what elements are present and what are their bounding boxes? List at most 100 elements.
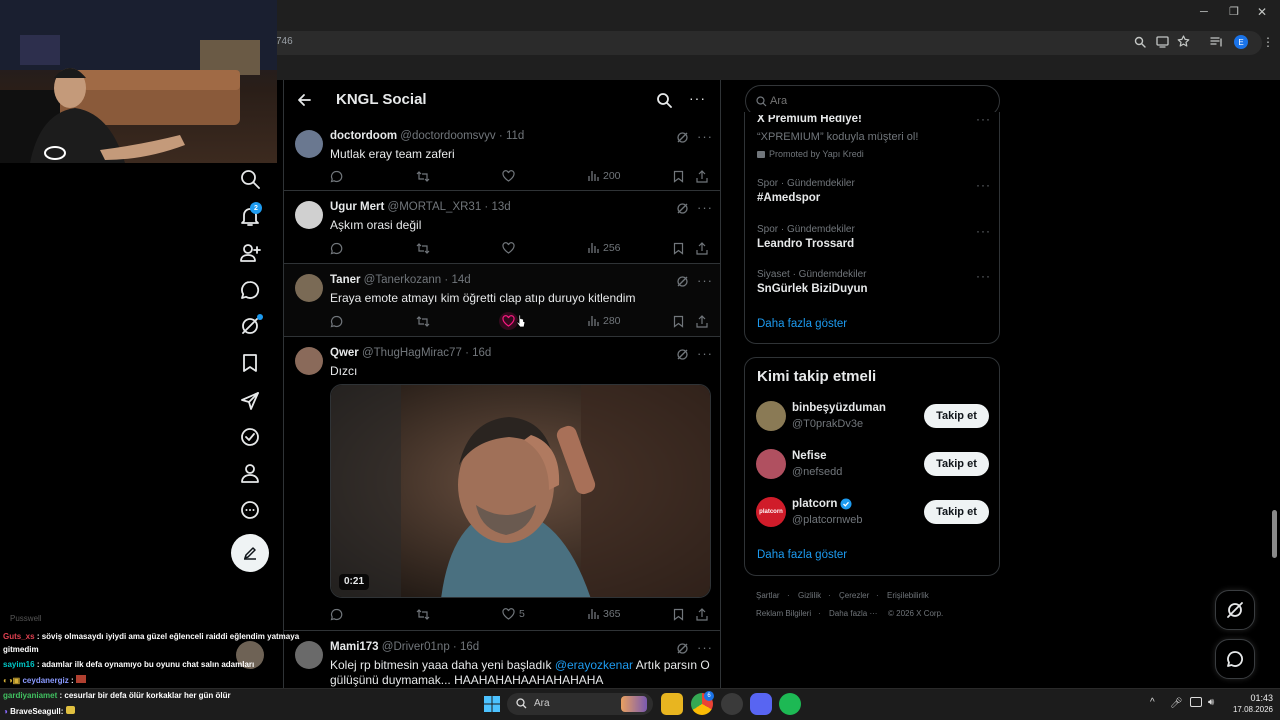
repost-icon[interactable] <box>416 312 430 330</box>
avatar[interactable] <box>295 347 323 375</box>
zoom-icon[interactable] <box>1134 36 1146 48</box>
trend-item[interactable]: Siyaset · Gündemdekiler SnGürlek BiziDuy… <box>757 269 868 295</box>
microphone-icon[interactable]: 🎤︎ <box>1170 698 1183 709</box>
profile-icon[interactable] <box>239 462 261 484</box>
avatar[interactable] <box>756 449 786 479</box>
post-time[interactable]: 16d <box>460 641 479 653</box>
author-handle[interactable]: @MORTAL_XR31 <box>388 201 482 213</box>
post-item[interactable]: Taner @Tanerkozann · 14d Eraya emote atm… <box>284 264 720 337</box>
messages-float-button[interactable] <box>1215 639 1255 679</box>
chat-icon[interactable] <box>239 279 261 301</box>
footer-link[interactable]: Reklam Bilgileri <box>756 609 811 618</box>
post-more-icon[interactable]: ··· <box>697 640 713 655</box>
share-icon[interactable] <box>696 605 708 623</box>
footer-link[interactable]: Daha fazla ··· <box>829 609 877 618</box>
profile-avatar[interactable]: E <box>1234 35 1248 49</box>
share-icon[interactable] <box>696 312 708 330</box>
show-more-trends[interactable]: Daha fazla göster <box>757 318 847 330</box>
avatar[interactable] <box>295 201 323 229</box>
restore-icon[interactable]: ❐ <box>1229 5 1239 18</box>
follow-icon[interactable] <box>239 242 261 264</box>
follow-button[interactable]: Takip et <box>924 500 989 524</box>
back-arrow-icon[interactable] <box>296 92 312 108</box>
share-icon[interactable] <box>696 167 708 185</box>
app-icon[interactable] <box>721 693 743 715</box>
footer-link[interactable]: Gizlilik <box>798 591 821 600</box>
bookmark-icon[interactable] <box>239 352 261 374</box>
show-more-follows[interactable]: Daha fazla göster <box>757 549 847 561</box>
compose-button[interactable] <box>231 534 269 572</box>
trend-more-icon[interactable]: ··· <box>976 269 991 283</box>
repost-icon[interactable] <box>416 239 430 257</box>
volume-icon[interactable]: 🔊︎ <box>1208 697 1214 708</box>
browser-menu-icon[interactable]: ⋮ <box>1262 35 1274 49</box>
bookmark-icon[interactable] <box>673 239 684 257</box>
avatar[interactable] <box>295 130 323 158</box>
close-icon[interactable]: ✕ <box>1257 5 1267 19</box>
media-control-icon[interactable] <box>1210 36 1223 48</box>
grok-icon[interactable] <box>676 202 689 215</box>
footer-link[interactable]: Şartlar <box>756 591 780 600</box>
follow-button[interactable]: Takip et <box>924 404 989 428</box>
post-more-icon[interactable]: ··· <box>697 346 713 361</box>
install-app-icon[interactable] <box>1156 36 1169 48</box>
views-button[interactable]: 280 <box>587 312 621 330</box>
views-button[interactable]: 365 <box>587 605 621 623</box>
post-time[interactable]: 16d <box>472 347 491 359</box>
bookmark-icon[interactable] <box>673 605 684 623</box>
tray-expand-icon[interactable]: ^ <box>1150 697 1155 708</box>
follow-user-name[interactable]: binbeşyüzduman <box>792 402 886 414</box>
bookmark-icon[interactable] <box>673 312 684 330</box>
address-bar[interactable] <box>262 31 1262 55</box>
post-time[interactable]: 14d <box>451 274 470 286</box>
spotify-icon[interactable] <box>779 693 801 715</box>
post-more-icon[interactable]: ··· <box>697 200 713 215</box>
post-more-icon[interactable]: ··· <box>697 129 713 144</box>
footer-link[interactable]: Erişilebilirlik <box>887 591 929 600</box>
post-item[interactable]: Ugur Mert @MORTAL_XR31 · 13d Aşkım orasi… <box>284 191 720 264</box>
post-item[interactable]: Qwer @ThugHagMirac77 · 16d Dızcı ··· 0:2… <box>284 337 720 631</box>
post-time[interactable]: 11d <box>506 130 524 142</box>
trend-item[interactable]: Spor · Gündemdekiler #Amedspor <box>757 178 855 204</box>
taskbar-search[interactable]: Ara <box>507 693 653 715</box>
grok-icon[interactable] <box>676 642 689 655</box>
avatar[interactable] <box>756 401 786 431</box>
repost-icon[interactable] <box>416 167 430 185</box>
avatar[interactable]: platcorn <box>756 497 786 527</box>
avatar[interactable] <box>295 641 323 669</box>
share-icon[interactable] <box>696 239 708 257</box>
views-button[interactable]: 200 <box>587 167 621 185</box>
display-icon[interactable] <box>1190 697 1202 707</box>
author-name[interactable]: Mami173 <box>330 641 379 653</box>
verified-icon[interactable] <box>239 426 261 448</box>
minimize-icon[interactable]: ─ <box>1200 6 1208 18</box>
windows-start-icon[interactable] <box>484 696 500 712</box>
post-item[interactable]: doctordoom @doctordoomsvyv · 11d Mutlak … <box>284 120 720 191</box>
rocket-icon[interactable] <box>239 390 261 412</box>
reply-icon[interactable] <box>330 167 343 185</box>
search-icon[interactable] <box>239 168 261 190</box>
author-name[interactable]: Ugur Mert <box>330 201 384 213</box>
reply-icon[interactable] <box>330 312 343 330</box>
trend-more-icon[interactable]: ··· <box>976 178 991 192</box>
video-player[interactable]: 0:21 <box>330 384 711 598</box>
clock-time[interactable]: 01:43 <box>1229 693 1273 703</box>
grok-icon[interactable] <box>676 131 689 144</box>
trend-more-icon[interactable]: ··· <box>976 224 991 238</box>
mention-link[interactable]: @erayozkenar <box>555 658 633 672</box>
search-icon[interactable] <box>656 92 672 108</box>
scrollbar-thumb[interactable] <box>1272 510 1277 558</box>
follow-user-name[interactable]: Nefise <box>792 450 827 462</box>
clock-date[interactable]: 17.08.2026 <box>1225 705 1273 714</box>
promo-title[interactable]: X Premium Hediye! <box>757 115 862 125</box>
author-name[interactable]: Taner <box>330 274 360 286</box>
footer-link[interactable]: Çerezler <box>839 591 869 600</box>
bookmark-icon[interactable] <box>673 167 684 185</box>
bookmark-star-icon[interactable] <box>1177 35 1190 48</box>
search-input[interactable] <box>770 92 990 110</box>
author-handle[interactable]: @Driver01np <box>382 641 450 653</box>
author-name[interactable]: Qwer <box>330 347 359 359</box>
post-more-icon[interactable]: ··· <box>697 273 713 288</box>
follow-button[interactable]: Takip et <box>924 452 989 476</box>
reply-icon[interactable] <box>330 605 343 623</box>
